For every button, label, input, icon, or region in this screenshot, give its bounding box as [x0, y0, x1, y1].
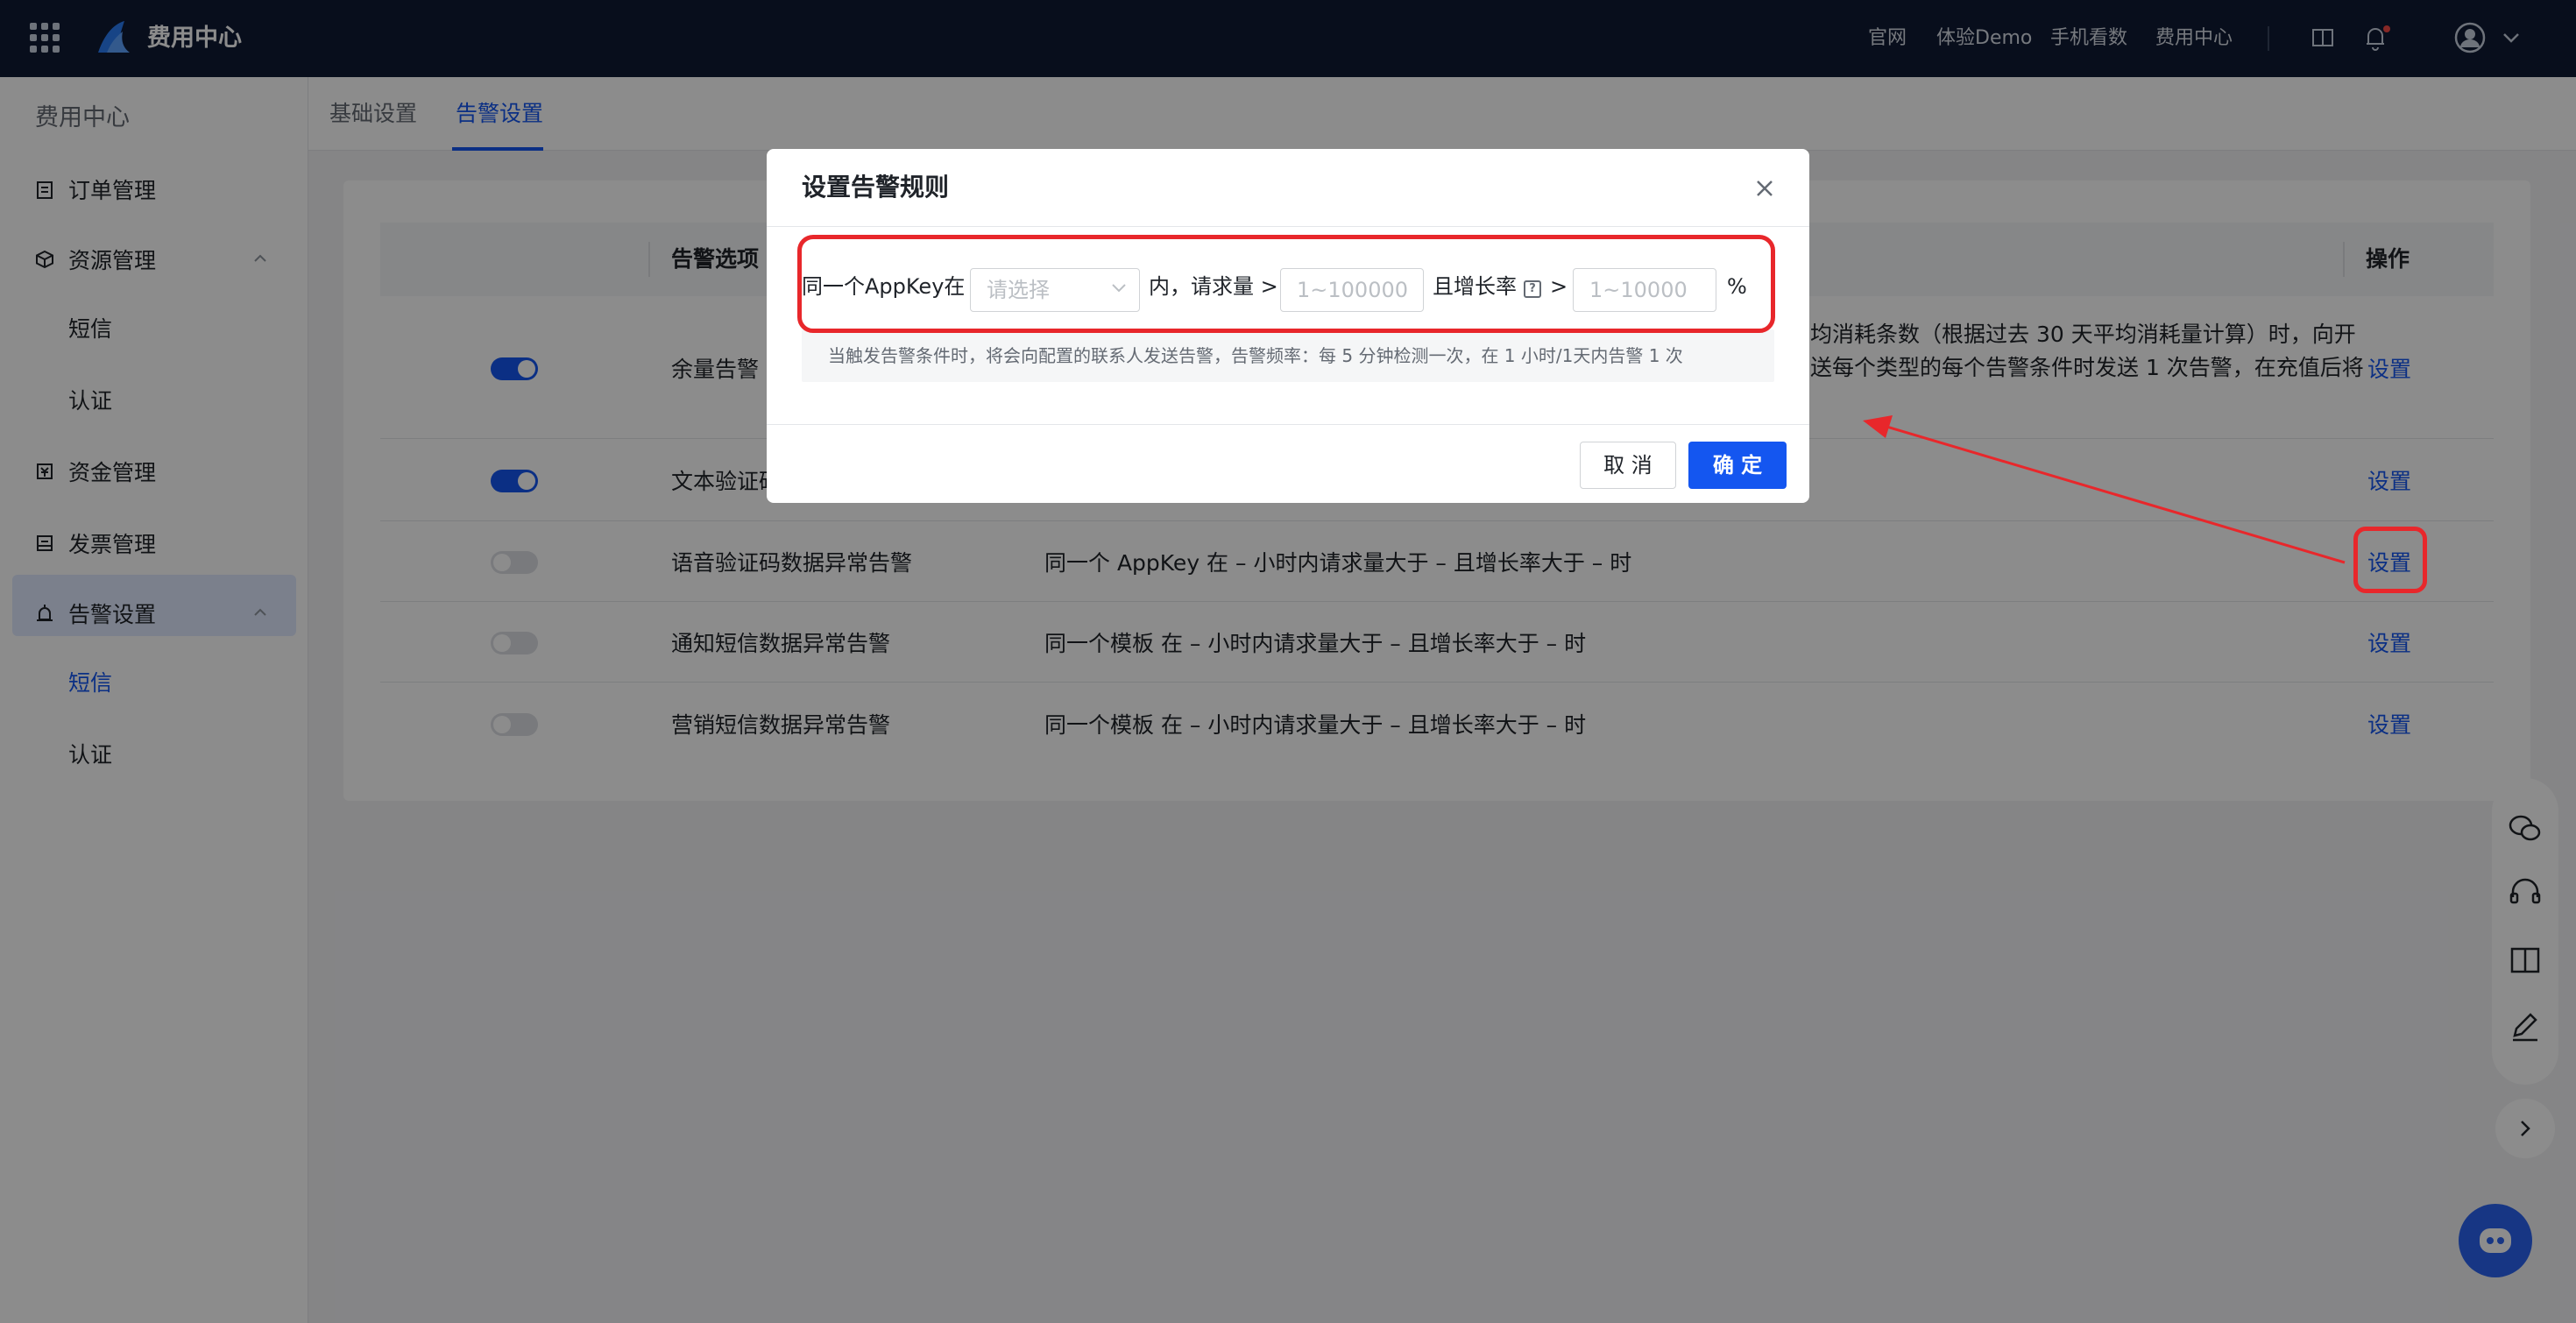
annotation-arrow — [1863, 415, 2346, 564]
